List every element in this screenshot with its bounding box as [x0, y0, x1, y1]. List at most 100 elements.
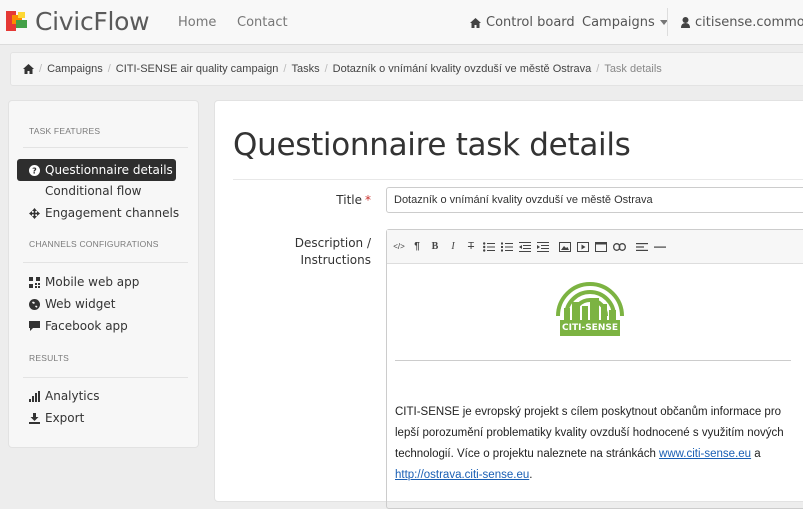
strikethrough-button[interactable]: T	[465, 241, 477, 252]
main-panel: Questionnaire task details Title * Dotazn…	[214, 100, 803, 509]
breadcrumb-task[interactable]: Dotazník o vnímání kvality ovzduší ve mě…	[333, 63, 592, 75]
globe-icon	[29, 298, 40, 310]
insert-video-button[interactable]	[577, 241, 589, 252]
paragraph-button[interactable]: ¶	[411, 241, 423, 252]
image-icon	[559, 241, 571, 252]
sidebar-item-label: Questionnaire details	[45, 163, 173, 177]
breadcrumb-separator: /	[39, 63, 43, 75]
insert-table-button[interactable]	[595, 241, 607, 252]
citi-sense-logo: CITI-SENSE	[550, 274, 630, 347]
sidebar-item-label: Facebook app	[45, 319, 128, 333]
table-icon	[595, 241, 607, 252]
horizontal-rule-icon	[654, 246, 666, 248]
download-icon	[29, 412, 40, 424]
breadcrumb-campaigns[interactable]: Campaigns	[47, 63, 103, 75]
move-arrows-icon	[29, 207, 40, 219]
intro-and: a	[751, 448, 761, 460]
sidebar-item-questionnaire-details[interactable]: ? Questionnaire details	[17, 159, 176, 181]
nav-contact-link[interactable]: Contact	[237, 15, 288, 30]
citi-sense-link[interactable]: www.citi-sense.eu	[659, 448, 751, 460]
sidebar-heading-results: RESULTS	[29, 353, 69, 363]
sidebar-item-mobile-web-app[interactable]: Mobile web app	[29, 275, 139, 289]
title-label-text: Title	[336, 193, 362, 207]
sidebar-item-web-widget[interactable]: Web widget	[29, 297, 115, 311]
title-label: Title *	[275, 192, 371, 209]
align-left-icon	[636, 242, 648, 251]
sidebar-item-analytics[interactable]: Analytics	[29, 389, 100, 403]
breadcrumb-separator: /	[324, 63, 328, 75]
code-view-button[interactable]: </>	[393, 242, 405, 251]
breadcrumb-campaign[interactable]: CITI-SENSE air quality campaign	[116, 63, 279, 75]
brand-name: CivicFlow	[35, 6, 150, 36]
breadcrumb-tasks[interactable]: Tasks	[291, 63, 319, 75]
comment-icon	[29, 320, 40, 331]
align-button[interactable]	[636, 242, 648, 252]
video-icon	[577, 241, 589, 252]
content-divider	[395, 360, 791, 361]
indent-icon	[537, 241, 549, 252]
indent-button[interactable]	[537, 241, 549, 252]
sidebar-item-label: Mobile web app	[45, 275, 140, 289]
ordered-list-button[interactable]	[501, 242, 513, 252]
sidebar: TASK FEATURES ? Questionnaire details Co…	[8, 100, 199, 448]
intro-end: .	[529, 469, 533, 481]
signal-bars-icon	[29, 390, 40, 402]
nav-control-board-link[interactable]: Control board	[470, 15, 575, 30]
bold-button[interactable]: B	[429, 241, 441, 252]
breadcrumb-separator: /	[107, 63, 111, 75]
sidebar-item-label: Export	[45, 411, 85, 425]
description-label-line2: Instructions	[300, 253, 371, 267]
insert-image-button[interactable]	[559, 241, 571, 252]
breadcrumb-current: Task details	[604, 63, 662, 75]
brand[interactable]: CivicFlow	[6, 6, 150, 36]
sidebar-divider	[23, 262, 188, 263]
italic-button[interactable]: I	[447, 241, 459, 252]
editor-toolbar: </> ¶ B I T	[387, 230, 803, 264]
citi-sense-logo-text: CITI-SENSE	[562, 323, 618, 333]
sidebar-divider	[23, 377, 188, 378]
sidebar-item-export[interactable]: Export	[29, 411, 84, 425]
description-label: Description / Instructions	[275, 235, 371, 269]
ostrava-link[interactable]: http://ostrava.citi-sense.eu	[395, 469, 529, 481]
nav-user-label: citisense.common	[695, 15, 803, 30]
page-title: Questionnaire task details	[233, 127, 631, 163]
breadcrumb: / Campaigns / CITI-SENSE air quality cam…	[10, 52, 803, 86]
insert-link-button[interactable]	[613, 242, 626, 251]
breadcrumb-separator: /	[596, 63, 600, 75]
sidebar-item-engagement-channels[interactable]: Engagement channels	[29, 206, 179, 220]
sidebar-heading-task-features: TASK FEATURES	[29, 126, 101, 136]
required-asterisk: *	[365, 193, 371, 207]
sidebar-item-label: Web widget	[45, 297, 116, 311]
link-icon	[613, 242, 626, 251]
sidebar-item-label: Conditional flow	[45, 184, 142, 198]
horizontal-rule-button[interactable]	[654, 242, 666, 252]
qr-code-icon	[29, 276, 40, 288]
svg-text:?: ?	[32, 166, 37, 175]
sidebar-item-facebook-app[interactable]: Facebook app	[29, 319, 128, 333]
title-input[interactable]: Dotazník o vnímání kvality ovzduší ve mě…	[386, 187, 803, 213]
nav-user-dropdown[interactable]: citisense.common	[681, 15, 803, 30]
title-divider	[233, 179, 803, 180]
nav-divider	[667, 8, 668, 36]
description-editor[interactable]: </> ¶ B I T CITI-SENSE CITI-SENSE je evr…	[386, 229, 803, 509]
unordered-list-button[interactable]	[483, 241, 495, 252]
brand-logo-icon	[6, 11, 27, 31]
user-icon	[681, 17, 690, 28]
nav-control-board-label: Control board	[486, 15, 575, 30]
list-bullet-icon	[483, 241, 495, 252]
nav-campaigns-dropdown[interactable]: Campaigns	[582, 15, 668, 30]
sidebar-item-conditional-flow[interactable]: Conditional flow	[45, 184, 141, 198]
nav-campaigns-label: Campaigns	[582, 15, 655, 30]
description-label-line1: Description /	[294, 236, 371, 250]
nav-home-link[interactable]: Home	[178, 15, 216, 30]
outdent-icon	[519, 241, 531, 252]
home-icon[interactable]	[23, 64, 34, 74]
sidebar-divider	[23, 147, 188, 148]
outdent-button[interactable]	[519, 241, 531, 252]
question-circle-icon: ?	[29, 164, 40, 176]
breadcrumb-separator: /	[283, 63, 287, 75]
intro-paragraph: CITI-SENSE je evropský projekt s cílem p…	[395, 402, 795, 486]
sidebar-item-label: Analytics	[45, 389, 100, 403]
list-numbered-icon	[501, 242, 513, 251]
sidebar-heading-channels: CHANNELS CONFIGURATIONS	[29, 239, 159, 249]
